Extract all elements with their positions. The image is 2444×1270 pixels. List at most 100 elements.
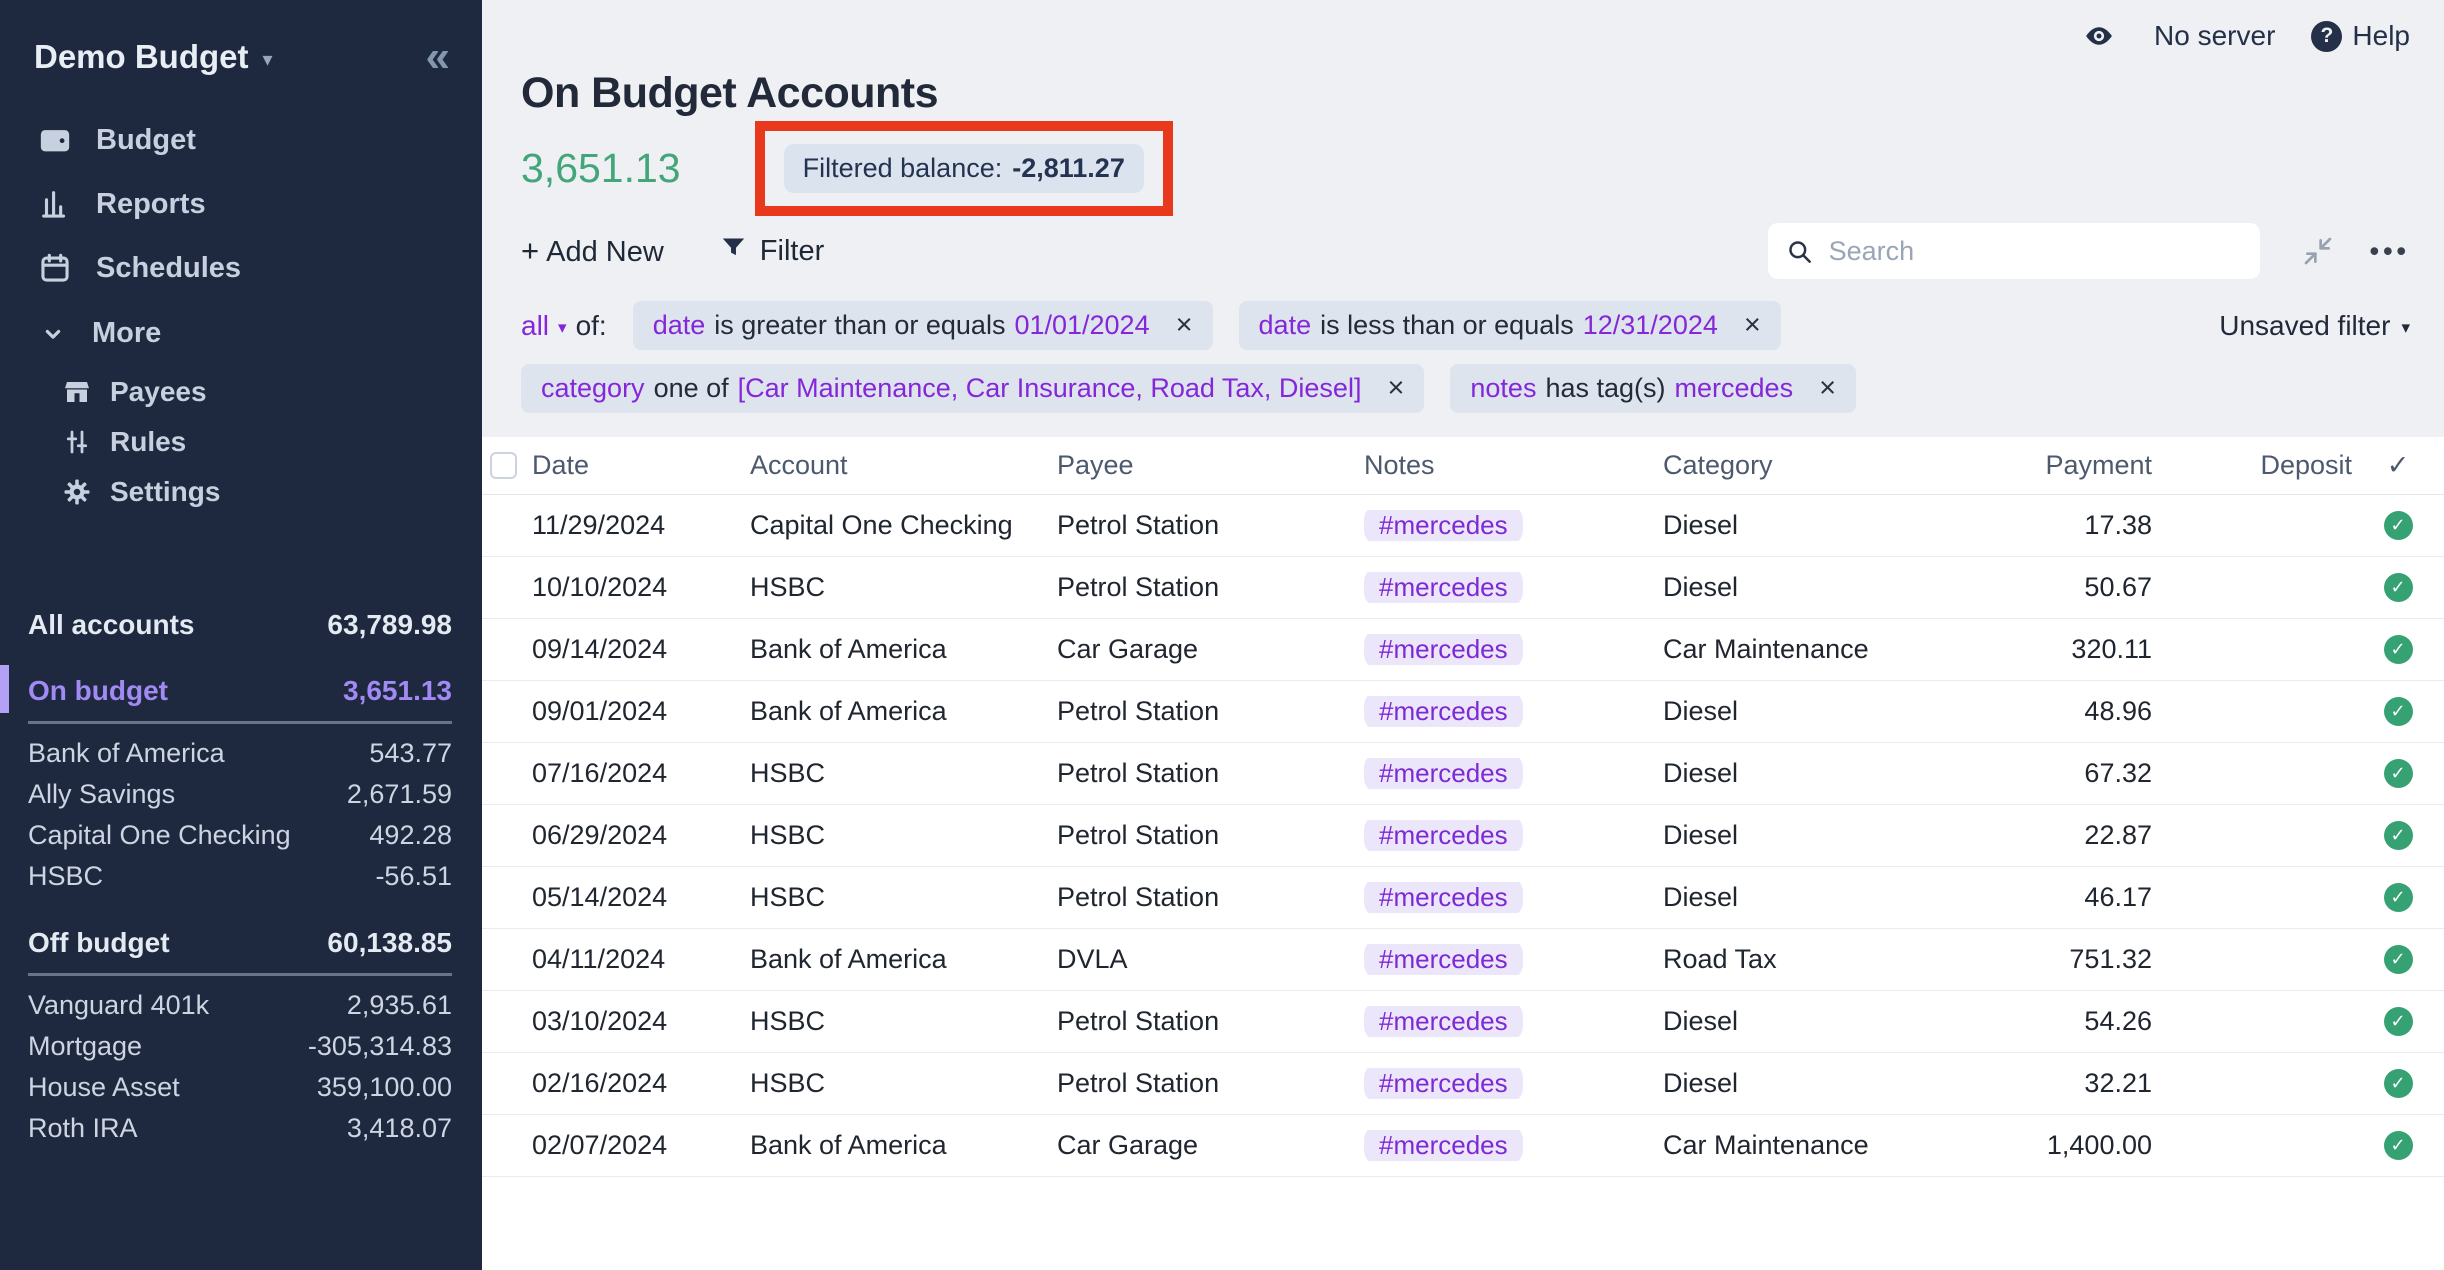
cell-account[interactable]: HSBC: [750, 882, 1057, 913]
transaction-row[interactable]: 10/10/2024 HSBC Petrol Station #mercedes…: [482, 557, 2444, 619]
column-header-deposit[interactable]: Deposit: [2152, 450, 2352, 481]
search-input[interactable]: [1827, 235, 2242, 268]
filter-condition-chip[interactable]: date is greater than or equals 01/01/202…: [633, 301, 1213, 350]
cell-account[interactable]: HSBC: [750, 758, 1057, 789]
cell-cleared[interactable]: ✓: [2352, 883, 2444, 912]
sidebar-item-budget[interactable]: Budget: [0, 108, 482, 172]
unsaved-filter-menu[interactable]: Unsaved filter ▾: [2219, 310, 2410, 342]
cleared-check-icon[interactable]: ✓: [2384, 945, 2413, 974]
cleared-check-icon[interactable]: ✓: [2384, 1069, 2413, 1098]
cell-date[interactable]: 11/29/2024: [532, 510, 750, 541]
sidebar-item-on-budget[interactable]: On budget 3,651.13: [28, 675, 452, 724]
note-tag[interactable]: #mercedes: [1364, 944, 1523, 975]
cleared-check-icon[interactable]: ✓: [2384, 1007, 2413, 1036]
sidebar-item-off-budget[interactable]: Off budget 60,138.85: [28, 927, 452, 976]
cell-payment[interactable]: 22.87: [1965, 820, 2152, 851]
note-tag[interactable]: #mercedes: [1364, 1068, 1523, 1099]
transaction-row[interactable]: 02/16/2024 HSBC Petrol Station #mercedes…: [482, 1053, 2444, 1115]
cell-category[interactable]: Diesel: [1663, 758, 1965, 789]
cell-account[interactable]: Capital One Checking: [750, 510, 1057, 541]
cleared-check-icon[interactable]: ✓: [2384, 573, 2413, 602]
cell-payment[interactable]: 17.38: [1965, 510, 2152, 541]
cell-payee[interactable]: Petrol Station: [1057, 758, 1364, 789]
sidebar-account-hsbc[interactable]: HSBC -56.51: [28, 856, 452, 897]
cell-account[interactable]: Bank of America: [750, 1130, 1057, 1161]
note-tag[interactable]: #mercedes: [1364, 758, 1523, 789]
condition-matcher[interactable]: all ▾ of:: [521, 310, 607, 342]
cell-account[interactable]: HSBC: [750, 820, 1057, 851]
cell-payment[interactable]: 48.96: [1965, 696, 2152, 727]
column-header-category[interactable]: Category: [1663, 450, 1965, 481]
cell-notes[interactable]: #mercedes: [1364, 882, 1663, 913]
cell-cleared[interactable]: ✓: [2352, 759, 2444, 788]
cell-cleared[interactable]: ✓: [2352, 821, 2444, 850]
shrink-icon[interactable]: [2302, 235, 2334, 267]
sidebar-account-roth-ira[interactable]: Roth IRA 3,418.07: [28, 1108, 452, 1149]
matcher-value[interactable]: all: [521, 310, 549, 342]
cell-payment[interactable]: 46.17: [1965, 882, 2152, 913]
cell-category[interactable]: Diesel: [1663, 882, 1965, 913]
cell-category[interactable]: Road Tax: [1663, 944, 1965, 975]
filter-condition-chip[interactable]: notes has tag(s) mercedes ×: [1450, 364, 1856, 413]
sidebar-account-house-asset[interactable]: House Asset 359,100.00: [28, 1067, 452, 1108]
cell-date[interactable]: 09/14/2024: [532, 634, 750, 665]
cell-payment[interactable]: 1,400.00: [1965, 1130, 2152, 1161]
column-header-payee[interactable]: Payee: [1057, 450, 1364, 481]
transaction-row[interactable]: 11/29/2024 Capital One Checking Petrol S…: [482, 495, 2444, 557]
note-tag[interactable]: #mercedes: [1364, 510, 1523, 541]
cell-date[interactable]: 02/07/2024: [532, 1130, 750, 1161]
sidebar-account-bank-of-america[interactable]: Bank of America 543.77: [28, 733, 452, 774]
cell-date[interactable]: 02/16/2024: [532, 1068, 750, 1099]
cell-payee[interactable]: Car Garage: [1057, 1130, 1364, 1161]
cell-notes[interactable]: #mercedes: [1364, 1130, 1663, 1161]
cleared-column-icon[interactable]: ✓: [2387, 450, 2410, 481]
transaction-row[interactable]: 05/14/2024 HSBC Petrol Station #mercedes…: [482, 867, 2444, 929]
column-header-notes[interactable]: Notes: [1364, 450, 1663, 481]
cell-date[interactable]: 03/10/2024: [532, 1006, 750, 1037]
transaction-row[interactable]: 06/29/2024 HSBC Petrol Station #mercedes…: [482, 805, 2444, 867]
cell-notes[interactable]: #mercedes: [1364, 510, 1663, 541]
cell-payment[interactable]: 32.21: [1965, 1068, 2152, 1099]
cell-date[interactable]: 04/11/2024: [532, 944, 750, 975]
cell-payment[interactable]: 50.67: [1965, 572, 2152, 603]
server-status[interactable]: No server: [2154, 20, 2275, 52]
cell-category[interactable]: Car Maintenance: [1663, 634, 1965, 665]
sidebar-account-capital-one-checking[interactable]: Capital One Checking 492.28: [28, 815, 452, 856]
cell-payee[interactable]: Car Garage: [1057, 634, 1364, 665]
cleared-check-icon[interactable]: ✓: [2384, 883, 2413, 912]
filter-condition-chip[interactable]: category one of [Car Maintenance, Car In…: [521, 364, 1424, 413]
cleared-check-icon[interactable]: ✓: [2384, 697, 2413, 726]
remove-condition-icon[interactable]: ×: [1176, 311, 1193, 340]
cell-notes[interactable]: #mercedes: [1364, 758, 1663, 789]
transaction-row[interactable]: 04/11/2024 Bank of America DVLA #mercede…: [482, 929, 2444, 991]
note-tag[interactable]: #mercedes: [1364, 882, 1523, 913]
select-all-checkbox[interactable]: [490, 452, 517, 479]
cleared-check-icon[interactable]: ✓: [2384, 1131, 2413, 1160]
cell-payee[interactable]: Petrol Station: [1057, 1006, 1364, 1037]
cell-cleared[interactable]: ✓: [2352, 511, 2444, 540]
cell-date[interactable]: 09/01/2024: [532, 696, 750, 727]
total-balance[interactable]: 3,651.13: [521, 145, 681, 192]
cell-payment[interactable]: 751.32: [1965, 944, 2152, 975]
cell-cleared[interactable]: ✓: [2352, 1007, 2444, 1036]
sidebar-item-rules[interactable]: Rules: [0, 417, 482, 467]
remove-condition-icon[interactable]: ×: [1744, 311, 1761, 340]
cell-cleared[interactable]: ✓: [2352, 573, 2444, 602]
cell-notes[interactable]: #mercedes: [1364, 944, 1663, 975]
cell-category[interactable]: Diesel: [1663, 1068, 1965, 1099]
cell-account[interactable]: HSBC: [750, 1006, 1057, 1037]
transaction-row[interactable]: 07/16/2024 HSBC Petrol Station #mercedes…: [482, 743, 2444, 805]
cell-cleared[interactable]: ✓: [2352, 635, 2444, 664]
note-tag[interactable]: #mercedes: [1364, 1130, 1523, 1161]
remove-condition-icon[interactable]: ×: [1819, 374, 1836, 403]
filtered-balance-pill[interactable]: Filtered balance: -2,811.27: [784, 144, 1144, 193]
budget-switcher[interactable]: Demo Budget ▾: [34, 38, 273, 76]
cell-cleared[interactable]: ✓: [2352, 697, 2444, 726]
add-new-button[interactable]: + Add New: [521, 233, 664, 269]
sidebar-item-more[interactable]: More: [0, 302, 482, 365]
cell-payee[interactable]: Petrol Station: [1057, 1068, 1364, 1099]
sidebar-account-ally-savings[interactable]: Ally Savings 2,671.59: [28, 774, 452, 815]
cell-payment[interactable]: 54.26: [1965, 1006, 2152, 1037]
column-header-payment[interactable]: Payment: [1965, 450, 2152, 481]
remove-condition-icon[interactable]: ×: [1387, 374, 1404, 403]
